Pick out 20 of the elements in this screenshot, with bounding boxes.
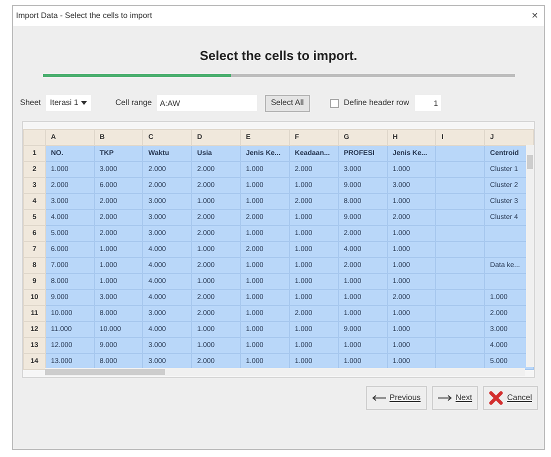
window-title: Import Data - Select the cells to import — [16, 10, 152, 22]
cell-range-label: Cell range — [115, 97, 152, 109]
left-arrow-icon — [372, 394, 386, 400]
caret-icon — [81, 101, 88, 105]
dialog-heading: Select the cells to import. — [200, 47, 358, 65]
next-button[interactable]: Next — [432, 386, 478, 410]
select-all-button[interactable]: Select All — [264, 94, 310, 112]
previous-button[interactable]: Previous — [366, 386, 427, 410]
close-button[interactable]: × — [528, 10, 541, 22]
cell-range-field[interactable]: A:AW — [156, 95, 257, 111]
cross-icon — [489, 390, 504, 404]
header-row-label: Define header row — [344, 97, 410, 109]
header-row-spinner[interactable]: 1 — [415, 95, 442, 111]
vertical-scrollbar[interactable] — [526, 144, 534, 366]
sheet-label: Sheet — [20, 97, 41, 109]
sheet-dropdown[interactable]: Iterasi 1 — [46, 95, 92, 111]
header-row-checkbox[interactable] — [330, 98, 339, 108]
cancel-button[interactable]: Cancel — [483, 386, 538, 410]
table-cell — [436, 145, 485, 161]
right-arrow-icon — [438, 394, 452, 400]
